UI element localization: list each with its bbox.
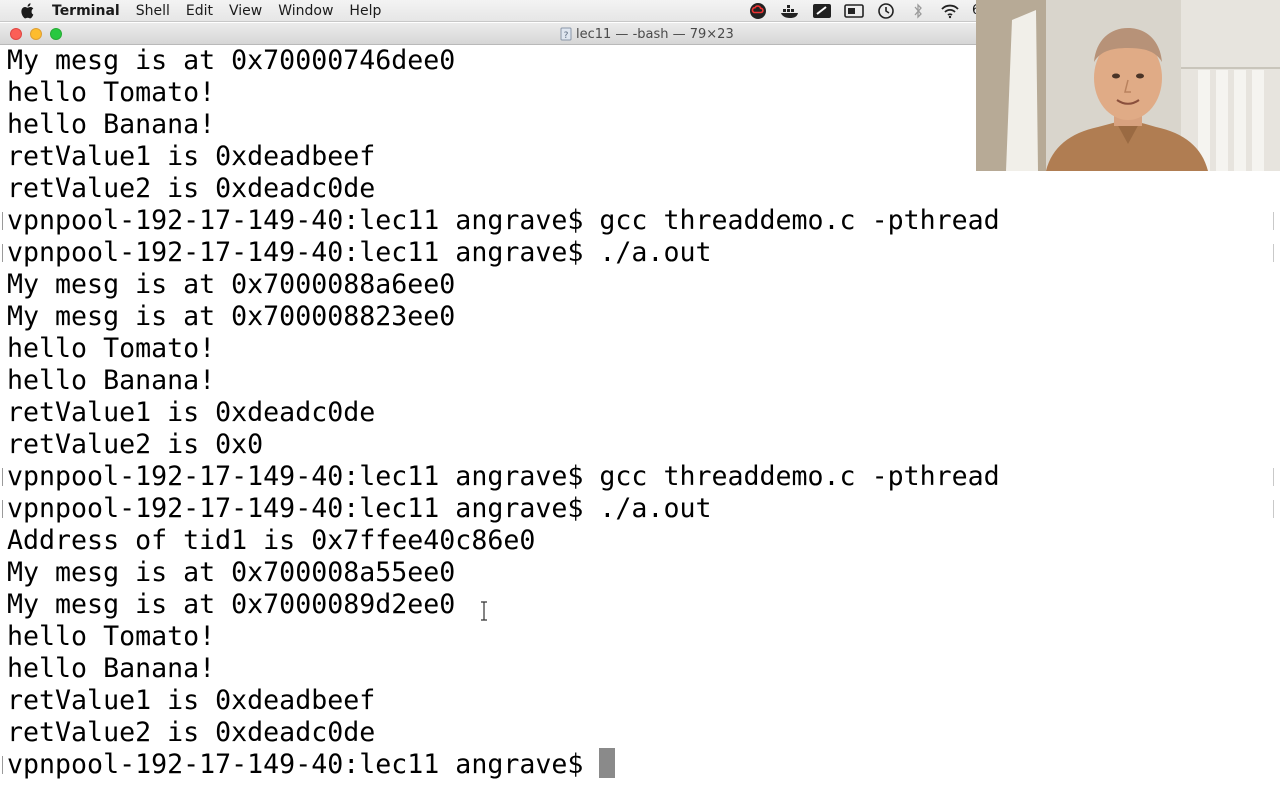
menu-window[interactable]: Window (270, 0, 341, 22)
wifi-icon[interactable] (940, 3, 960, 19)
terminal-line: My mesg is at 0x7000088a6ee0 (7, 269, 456, 300)
terminal-line: My mesg is at 0x70000746dee0 (7, 45, 456, 76)
command-mark (1273, 212, 1274, 230)
presenter-video (976, 0, 1280, 171)
menu-shell[interactable]: Shell (128, 0, 178, 22)
terminal-line: My mesg is at 0x700008a55ee0 (7, 557, 456, 588)
menu-help[interactable]: Help (341, 0, 389, 22)
terminal-line: vpnpool-192-17-149-40:lec11 angrave$ ./a… (7, 237, 712, 268)
apple-menu-icon[interactable] (20, 2, 34, 19)
terminal-line: hello Banana! (7, 109, 216, 140)
terminal-line: retValue2 is 0x0 (7, 429, 264, 460)
terminal-line: hello Tomato! (7, 621, 216, 652)
menu-edit[interactable]: Edit (178, 0, 221, 22)
terminal-line: vpnpool-192-17-149-40:lec11 angrave$ gcc… (7, 461, 1000, 492)
terminal-line: My mesg is at 0x7000089d2ee0 (7, 589, 456, 620)
close-button[interactable] (10, 28, 22, 40)
ibeam-cursor-icon (481, 601, 487, 621)
terminal-cursor (599, 748, 615, 778)
terminal-line: Address of tid1 is 0x7ffee40c86e0 (7, 525, 536, 556)
maximize-button[interactable] (50, 28, 62, 40)
terminal-line: hello Banana! (7, 365, 216, 396)
command-mark (2, 500, 3, 518)
webcam-overlay (976, 0, 1280, 171)
command-mark (2, 212, 3, 230)
menu-app-terminal[interactable]: Terminal (48, 0, 128, 22)
terminal-line: hello Tomato! (7, 77, 216, 108)
minimize-button[interactable] (30, 28, 42, 40)
terminal-line: retValue2 is 0xdeadc0de (7, 717, 376, 748)
status-menu-area: 6 (748, 0, 980, 22)
svg-text:?: ? (564, 31, 569, 41)
terminal-line: retValue1 is 0xdeadbeef (7, 685, 376, 716)
command-mark (1273, 468, 1274, 486)
terminal-line: retValue1 is 0xdeadbeef (7, 141, 376, 172)
bluetooth-icon[interactable] (908, 3, 928, 19)
window-title: lec11 — -bash — 79×23 (576, 26, 734, 42)
terminal-line: retValue1 is 0xdeadc0de (7, 397, 376, 428)
terminal-line: vpnpool-192-17-149-40:lec11 angrave$ gcc… (7, 205, 1000, 236)
time-machine-icon[interactable] (876, 3, 896, 19)
creative-cloud-icon[interactable] (748, 3, 768, 19)
command-mark (2, 468, 3, 486)
command-mark (1273, 500, 1274, 518)
terminal-line: My mesg is at 0x700008823ee0 (7, 301, 456, 332)
terminal-line: hello Banana! (7, 653, 216, 684)
command-mark (2, 756, 3, 774)
terminal-line: hello Tomato! (7, 333, 216, 364)
terminal-prompt-line: vpnpool-192-17-149-40:lec11 angrave$ (7, 749, 600, 780)
window-title-group: ? lec11 — -bash — 79×23 (560, 23, 734, 45)
display-icon[interactable] (844, 3, 864, 19)
terminal-line: vpnpool-192-17-149-40:lec11 angrave$ ./a… (7, 493, 712, 524)
folder-proxy-icon[interactable]: ? (560, 27, 572, 41)
command-mark (2, 244, 3, 262)
menu-view[interactable]: View (221, 0, 270, 22)
command-mark (1273, 244, 1274, 262)
docker-icon[interactable] (780, 3, 800, 19)
terminal-line: retValue2 is 0xdeadc0de (7, 173, 376, 204)
script-editor-icon[interactable] (812, 3, 832, 19)
